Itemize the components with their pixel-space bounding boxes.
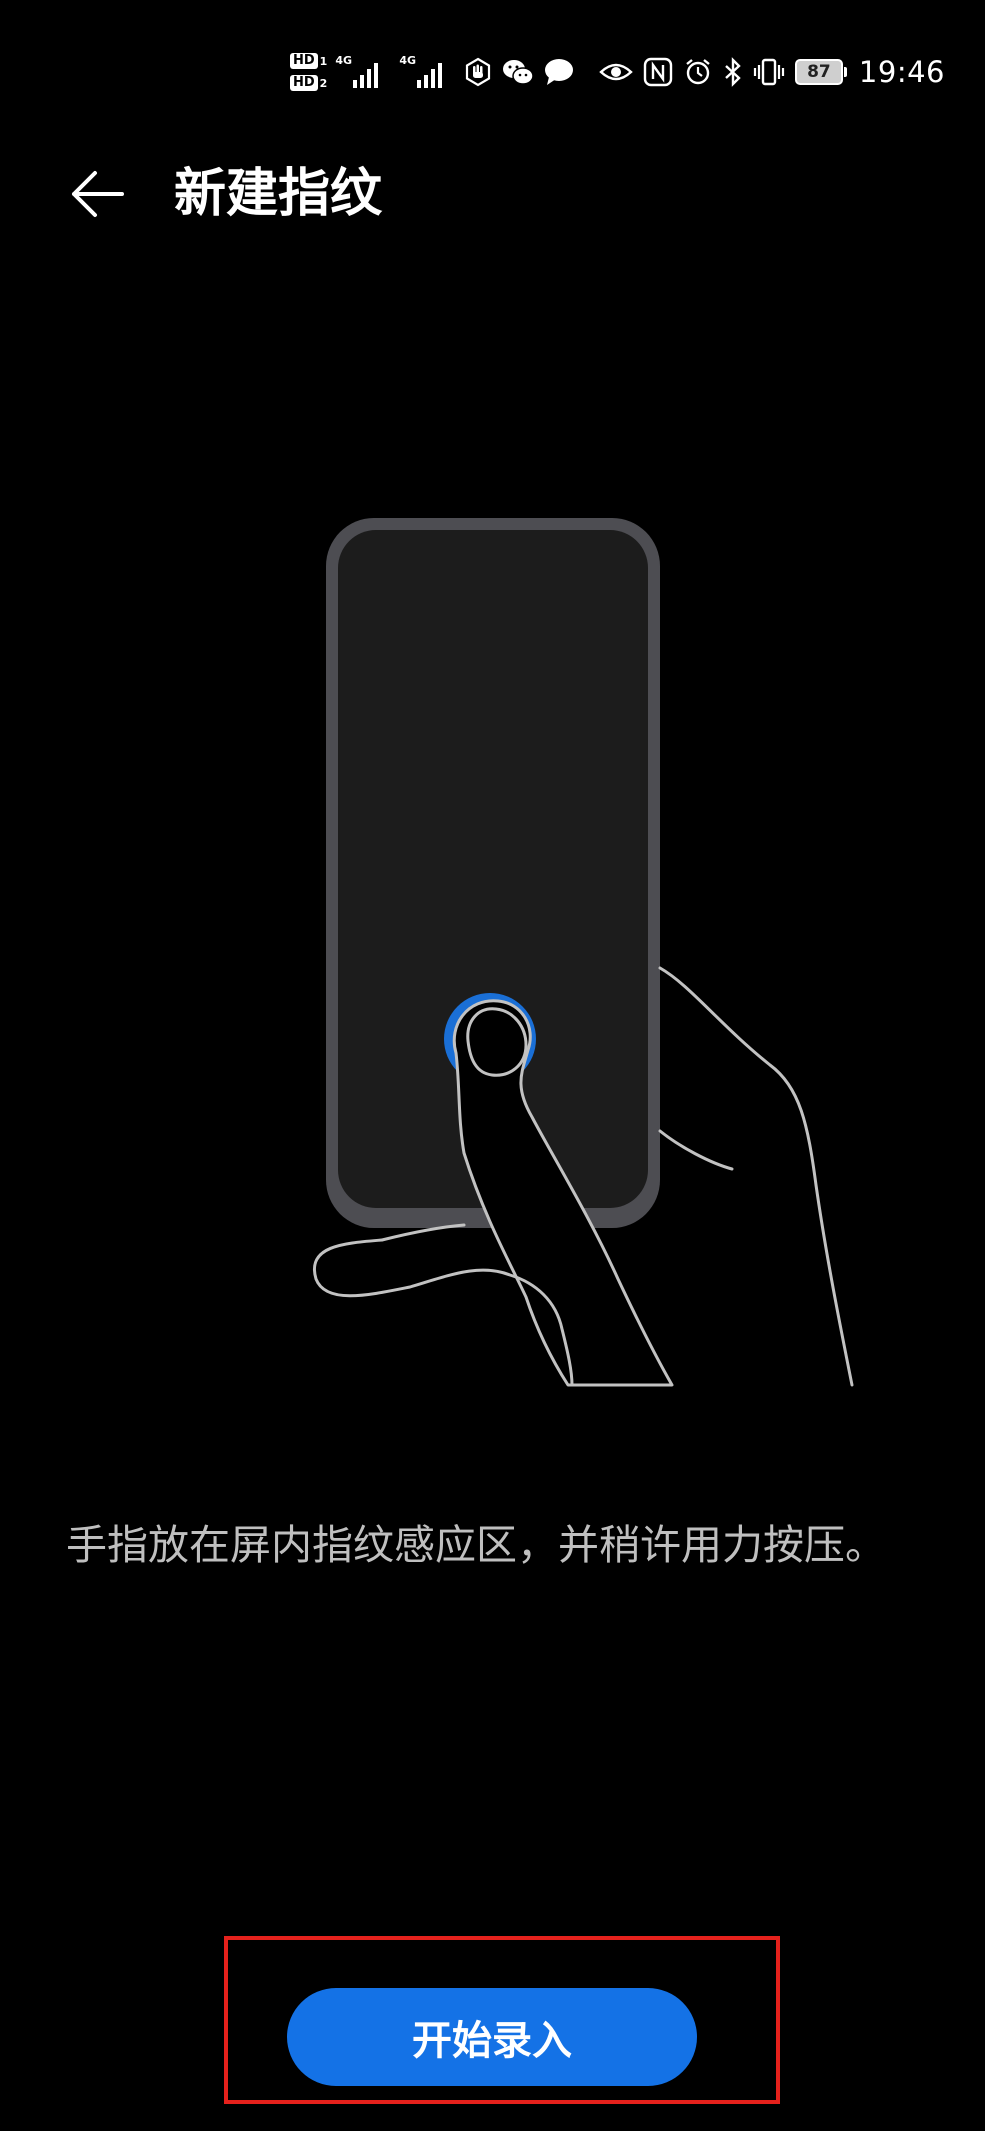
hd-label: HD xyxy=(290,53,318,69)
volte-badge-sim1: HD 1 xyxy=(290,53,327,69)
signal-sim2-icon: 4G xyxy=(399,54,455,90)
status-bar-right: 87 19:46 xyxy=(599,44,945,100)
bluetooth-icon xyxy=(723,57,743,87)
arrow-left-icon xyxy=(72,171,124,217)
instruction-text: 手指放在屏内指纹感应区，并稍许用力按压。 xyxy=(66,1521,886,1569)
sim-index: 1 xyxy=(319,54,328,68)
volte-badge-sim2: HD 2 xyxy=(290,75,327,91)
network-type: 4G xyxy=(335,54,353,67)
battery-icon: 87 xyxy=(794,59,847,85)
start-enroll-button[interactable]: 开始录入 xyxy=(287,1988,697,2086)
volte-badges: HD 1 HD 2 xyxy=(290,53,327,91)
signal-sim1-icon: 4G xyxy=(335,54,391,90)
hand-phone-illustration xyxy=(312,518,854,1387)
hand-icon xyxy=(463,57,493,87)
palm-outline xyxy=(658,966,854,1387)
fingerprint-illustration xyxy=(300,505,900,1395)
message-icon xyxy=(543,57,575,87)
wechat-icon xyxy=(501,57,535,87)
finger-crease xyxy=(658,1129,734,1171)
eye-icon xyxy=(599,60,633,84)
status-bar: HD 1 HD 2 4G 4G 87 19:46 xyxy=(0,40,985,104)
page-title: 新建指纹 xyxy=(174,164,383,224)
network-type: 4G xyxy=(399,54,417,67)
nfc-icon xyxy=(643,57,673,87)
status-bar-left: HD 1 HD 2 4G 4G xyxy=(290,44,575,100)
sim-index: 2 xyxy=(319,76,328,90)
back-button[interactable] xyxy=(62,158,134,230)
alarm-icon xyxy=(683,57,713,87)
app-bar: 新建指纹 xyxy=(0,140,985,250)
hd-label: HD xyxy=(290,75,318,91)
status-time: 19:46 xyxy=(858,55,945,89)
vibrate-icon xyxy=(753,57,785,87)
